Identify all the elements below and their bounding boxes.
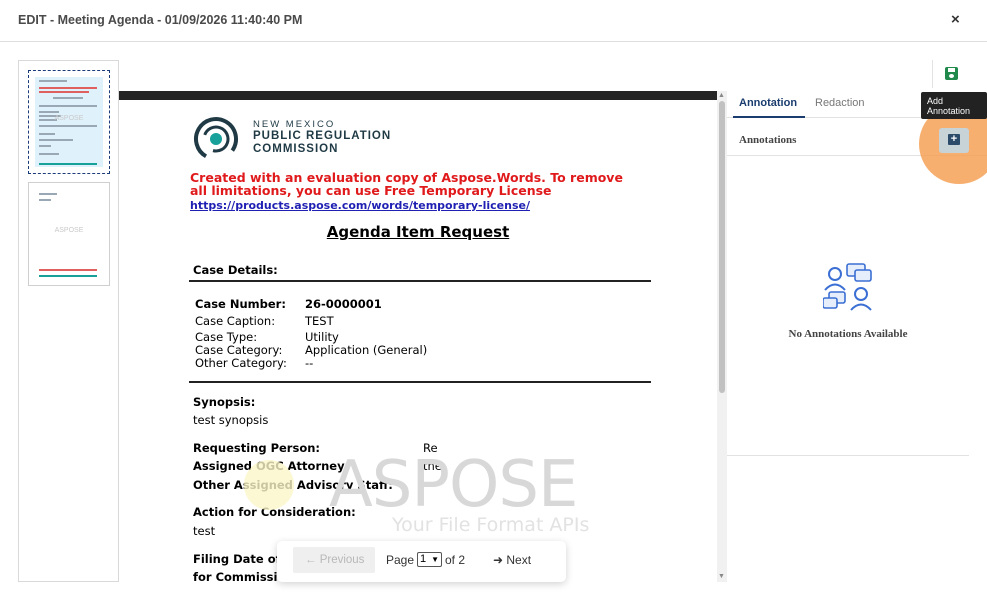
scroll-down-arrow-icon[interactable]: ▼ <box>718 573 725 580</box>
annotations-heading: Annotations <box>739 134 797 146</box>
document-header-bar <box>119 91 717 100</box>
chevron-down-icon: ▼ <box>431 555 439 564</box>
add-annotation-tooltip: Add Annotation <box>921 92 987 119</box>
thumbnail-page-1[interactable]: ASPOSE <box>28 70 110 174</box>
action-label: Action for Consideration: <box>193 505 356 519</box>
save-button[interactable] <box>932 60 970 88</box>
logo-line-2: PUBLIC REGULATION <box>253 130 392 142</box>
tab-annotation[interactable]: Annotation <box>739 97 797 109</box>
case-caption-value: TEST <box>305 314 334 328</box>
page-label: Page <box>386 553 415 567</box>
logo-line-3: COMMISSION <box>253 143 339 155</box>
synopsis-value: test synopsis <box>193 413 269 427</box>
case-number-value: 26-0000001 <box>305 297 382 311</box>
case-category-value: Application (General) <box>305 343 428 357</box>
window-title: EDIT - Meeting Agenda - 01/09/2026 11:40… <box>18 13 303 27</box>
ogc-attorney-value: the <box>423 459 442 473</box>
thumbnail-watermark: ASPOSE <box>54 115 84 122</box>
prc-logo-icon <box>194 117 238 161</box>
case-category-label: Case Category: <box>195 343 283 357</box>
add-annotation-button[interactable]: + <box>939 128 969 153</box>
prc-logo-text: NEW MEXICO PUBLIC REGULATION COMMISSION <box>253 119 391 156</box>
requesting-person-value: Re <box>423 441 438 455</box>
page-select[interactable]: 1 ▼ <box>417 552 442 567</box>
add-comment-icon: + <box>948 134 960 145</box>
empty-state-text: No Annotations Available <box>788 328 908 340</box>
scroll-thumb[interactable] <box>719 101 725 393</box>
advisory-staff-value: -- <box>423 478 432 492</box>
window-titlebar: EDIT - Meeting Agenda - 01/09/2026 11:40… <box>0 0 987 42</box>
page-thumbnails-panel: ASPOSE ASPOSE <box>18 60 119 582</box>
case-caption-label: Case Caption: <box>195 314 276 328</box>
synopsis-label: Synopsis: <box>193 395 256 409</box>
divider <box>727 455 969 456</box>
divider <box>189 280 651 282</box>
other-category-value: -- <box>305 356 314 370</box>
next-label: Next <box>506 553 532 567</box>
advisory-staff-label: Other Assigned Advisory Staff: <box>193 478 393 492</box>
document-title: Agenda Item Request <box>326 223 510 241</box>
scroll-up-arrow-icon[interactable]: ▲ <box>718 92 725 99</box>
next-page-button[interactable]: ➜ Next <box>493 553 531 567</box>
page-total: of 2 <box>445 553 466 567</box>
ogc-attorney-label: Assigned OGC Attorney: <box>193 459 350 473</box>
document-viewer[interactable]: NEW MEXICO PUBLIC REGULATION COMMISSION … <box>119 91 727 582</box>
thumbnail-page-2[interactable]: ASPOSE <box>28 182 110 286</box>
other-category-label: Other Category: <box>195 356 287 370</box>
case-type-label: Case Type: <box>195 330 258 344</box>
case-number-label: Case Number: <box>195 297 286 311</box>
document-scrollbar[interactable]: ▲ ▼ <box>717 91 727 582</box>
tab-redaction[interactable]: Redaction <box>815 97 865 109</box>
license-link[interactable]: https://products.aspose.com/words/tempor… <box>190 199 530 212</box>
close-icon[interactable]: × <box>951 11 960 28</box>
action-value: test <box>193 524 216 538</box>
evaluation-notice: Created with an evaluation copy of Aspos… <box>190 170 623 198</box>
previous-page-button[interactable]: ← Previous <box>293 547 375 573</box>
save-icon <box>945 67 958 80</box>
requesting-person-label: Requesting Person: <box>193 441 321 455</box>
filing-date-label: Filing Date of <box>193 552 281 566</box>
divider <box>189 381 651 383</box>
thumbnail-watermark: ASPOSE <box>54 227 84 234</box>
page-navigator: ← Previous Page 1 ▼ of 2 ➜ Next <box>277 541 566 582</box>
page-select-value: 1 <box>420 553 427 565</box>
annotation-panel: Annotation Redaction Annotations No Anno… <box>727 88 987 588</box>
logo-line-1: NEW MEXICO <box>253 119 336 130</box>
case-details-heading: Case Details: <box>193 263 278 277</box>
users-chat-icon <box>823 263 872 311</box>
arrow-right-icon: ➜ <box>493 553 507 567</box>
case-type-value: Utility <box>305 330 339 344</box>
